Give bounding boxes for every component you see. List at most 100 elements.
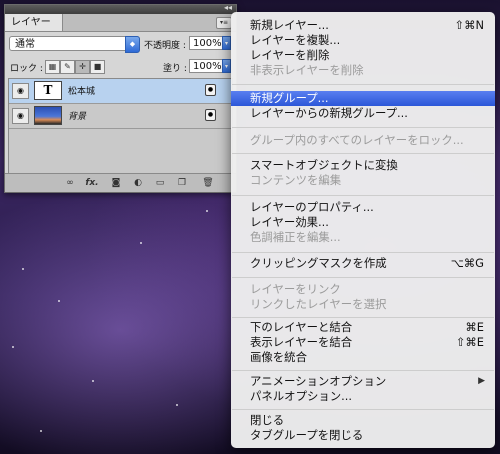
- menu-item-merge-visible[interactable]: 表示レイヤーを結合 ⇧⌘E: [231, 335, 495, 350]
- menu-item-new-layer[interactable]: 新規レイヤー... ⇧⌘N: [231, 18, 495, 33]
- menu-item-shortcut: ⇧⌘E: [455, 335, 484, 349]
- menu-separator: [232, 317, 494, 318]
- menu-item-flatten-image[interactable]: 画像を統合: [231, 350, 495, 365]
- link-layers-icon[interactable]: ∞: [63, 177, 77, 189]
- visibility-eye-icon[interactable]: ◉: [12, 108, 29, 124]
- trash-icon[interactable]: 🗑: [201, 177, 215, 189]
- layer-name: 背景: [68, 112, 87, 122]
- text-layer-thumbnail: T: [34, 81, 62, 100]
- menu-item-layer-properties[interactable]: レイヤーのプロパティ...: [231, 200, 495, 215]
- panel-footer: ∞ fx. ◙ ◐ ▭ ❐ 🗑: [5, 173, 236, 192]
- menu-item-label: レイヤーを複製...: [250, 33, 341, 47]
- menu-item-label: レイヤーをリンク: [250, 282, 341, 296]
- menu-item-label: 下のレイヤーと結合: [250, 320, 353, 334]
- add-mask-icon[interactable]: ◙: [109, 177, 123, 189]
- menu-separator: [232, 153, 494, 154]
- menu-item-shortcut: ⌘E: [465, 320, 484, 334]
- layer-name: 松本城: [68, 87, 96, 97]
- menu-item-label: レイヤーを削除: [250, 48, 330, 62]
- fill-dropdown-icon[interactable]: ▾: [222, 59, 231, 73]
- fill-label: 塗り :: [163, 64, 187, 74]
- menu-item-delete-layer[interactable]: レイヤーを削除: [231, 48, 495, 63]
- menu-item-label: クリッピングマスクを作成: [250, 256, 387, 270]
- panel-menu-icon[interactable]: ▾≡: [216, 17, 232, 29]
- opacity-label: 不透明度 :: [144, 41, 186, 51]
- panel-tab-row: レイヤー ▾≡: [5, 14, 236, 32]
- menu-item-convert-to-smart-object[interactable]: スマートオブジェクトに変換: [231, 158, 495, 173]
- menu-separator: [232, 252, 494, 253]
- menu-item-label: レイヤーのプロパティ...: [250, 200, 374, 214]
- layer-lock-icon: ●: [205, 109, 216, 121]
- layer-row-background[interactable]: ◉ 背景 ●: [9, 104, 232, 129]
- menu-item-panel-options[interactable]: パネルオプション...: [231, 389, 495, 404]
- menu-item-label: レイヤーからの新規グループ...: [250, 106, 408, 120]
- menu-item-edit-contents: コンテンツを編集: [231, 173, 495, 188]
- lock-label: ロック :: [10, 64, 43, 74]
- layers-panel-menu: 新規レイヤー... ⇧⌘N レイヤーを複製... レイヤーを削除 非表示レイヤー…: [231, 12, 495, 448]
- menu-item-label: 色調補正を編集...: [250, 230, 341, 244]
- menu-item-link-layers: レイヤーをリンク: [231, 282, 495, 297]
- menu-item-merge-down[interactable]: 下のレイヤーと結合 ⌘E: [231, 320, 495, 335]
- image-layer-thumbnail: [34, 106, 62, 125]
- menu-item-duplicate-layer[interactable]: レイヤーを複製...: [231, 33, 495, 48]
- star: [92, 380, 94, 382]
- menu-separator: [232, 370, 494, 371]
- menu-item-label: 非表示レイヤーを削除: [250, 63, 364, 77]
- menu-separator: [232, 127, 494, 128]
- tab-layers[interactable]: レイヤー: [5, 14, 63, 31]
- lock-position-icon[interactable]: ✛: [75, 60, 90, 74]
- menu-item-shortcut: ⌥⌘G: [450, 256, 484, 270]
- new-layer-icon[interactable]: ❐: [175, 177, 189, 189]
- visibility-eye-icon[interactable]: ◉: [12, 83, 29, 99]
- layer-list: ◉ T 松本城 ● ◉ 背景 ●: [8, 78, 233, 174]
- menu-item-label: レイヤー効果...: [250, 215, 329, 229]
- opacity-input[interactable]: 100%: [189, 36, 223, 50]
- menu-item-close[interactable]: 閉じる: [231, 413, 495, 428]
- menu-item-shortcut: ⇧⌘N: [454, 18, 484, 32]
- opacity-dropdown-icon[interactable]: ▾: [222, 36, 231, 50]
- menu-item-label: アニメーションオプション: [250, 374, 387, 388]
- panel-title-bar[interactable]: ◂◂: [5, 3, 236, 14]
- menu-item-create-clipping-mask[interactable]: クリッピングマスクを作成 ⌥⌘G: [231, 256, 495, 271]
- menu-item-new-group[interactable]: 新規グループ...: [231, 91, 495, 106]
- star: [58, 300, 60, 302]
- submenu-arrow-icon: ▶: [478, 376, 485, 386]
- menu-separator: [232, 277, 494, 278]
- star: [206, 210, 208, 212]
- star: [140, 242, 142, 244]
- new-group-icon[interactable]: ▭: [153, 177, 167, 189]
- lock-transparency-icon[interactable]: ▦: [45, 60, 60, 74]
- menu-item-label: 閉じる: [250, 413, 285, 427]
- menu-item-select-linked-layers: リンクしたレイヤーを選択: [231, 297, 495, 312]
- menu-item-delete-hidden-layers: 非表示レイヤーを削除: [231, 63, 495, 78]
- collapse-icon[interactable]: ◂◂: [224, 3, 232, 12]
- star: [176, 404, 178, 406]
- layer-lock-icon: ●: [205, 84, 216, 96]
- star: [40, 430, 42, 432]
- menu-item-label: 新規グループ...: [250, 91, 329, 105]
- menu-item-label: 画像を統合: [250, 350, 307, 364]
- blend-mode-value: 通常: [15, 39, 35, 50]
- fill-input[interactable]: 100%: [189, 59, 223, 73]
- menu-item-layer-effects[interactable]: レイヤー効果...: [231, 215, 495, 230]
- menu-item-close-tab-group[interactable]: タブグループを閉じる: [231, 428, 495, 443]
- lock-all-icon[interactable]: ■: [90, 60, 105, 74]
- layers-panel: ◂◂ レイヤー ▾≡ 通常 ◆ 不透明度 : 100% ▾ ロック : ▦ ✎ …: [4, 3, 237, 193]
- adjustment-layer-icon[interactable]: ◐: [131, 177, 145, 189]
- star: [22, 268, 24, 270]
- menu-item-label: パネルオプション...: [250, 389, 352, 403]
- blend-mode-select[interactable]: 通常 ◆: [9, 36, 140, 53]
- menu-separator: [232, 195, 494, 196]
- menu-item-label: 表示レイヤーを結合: [250, 335, 353, 349]
- menu-item-label: 新規レイヤー...: [250, 18, 329, 32]
- fx-button[interactable]: fx.: [85, 177, 99, 189]
- layer-row-text[interactable]: ◉ T 松本城 ●: [9, 79, 232, 104]
- menu-item-label: スマートオブジェクトに変換: [250, 158, 398, 172]
- menu-item-animation-options[interactable]: アニメーションオプション ▶: [231, 374, 495, 389]
- select-stepper-icon: ◆: [125, 36, 140, 53]
- lock-pixels-icon[interactable]: ✎: [60, 60, 75, 74]
- blend-opacity-row: 通常 ◆ 不透明度 : 100% ▾: [5, 33, 236, 53]
- menu-item-new-group-from-layers[interactable]: レイヤーからの新規グループ...: [231, 106, 495, 121]
- menu-item-lock-all-layers-in-group: グループ内のすべてのレイヤーをロック...: [231, 133, 495, 148]
- menu-item-label: グループ内のすべてのレイヤーをロック...: [250, 133, 464, 147]
